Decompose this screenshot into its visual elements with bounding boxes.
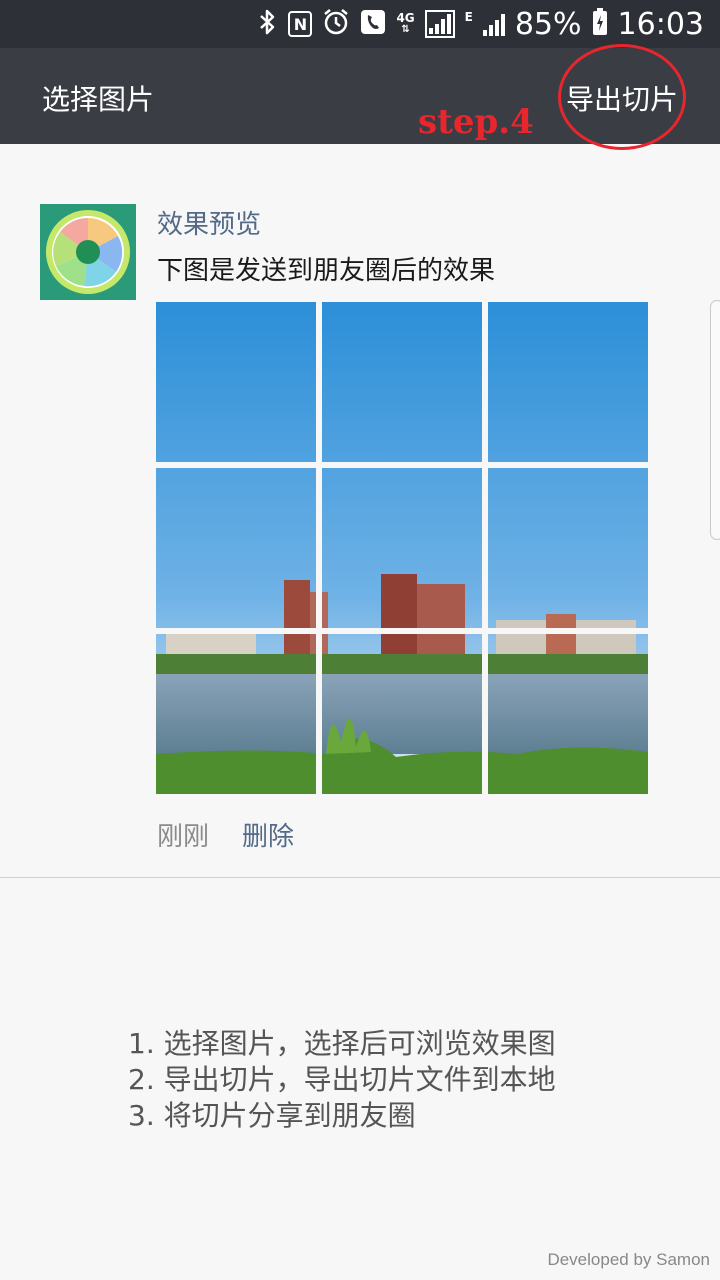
battery-percent: 85% <box>514 6 582 42</box>
instructions: 1. 选择图片，选择后可浏览效果图 2. 导出切片，导出切片文件到本地 3. 将… <box>128 1026 556 1134</box>
annotation-circle <box>558 44 686 150</box>
nfc-icon: N <box>288 11 313 37</box>
instruction-step-1: 1. 选择图片，选择后可浏览效果图 <box>128 1027 556 1060</box>
phone-icon <box>360 9 386 39</box>
preview-title: 效果预览 <box>157 210 262 240</box>
developer-credit: Developed by Samon <box>547 1250 710 1269</box>
delete-button[interactable]: 删除 <box>242 816 294 853</box>
grid-tile <box>322 634 482 794</box>
instruction-step-2: 2. 导出切片，导出切片文件到本地 <box>128 1063 556 1096</box>
preview-description: 下图是发送到朋友圈后的效果 <box>157 256 496 286</box>
data-arrows-icon: ⇅ <box>401 24 410 35</box>
signal-icon <box>424 10 455 38</box>
grid-tile <box>156 302 316 462</box>
app-logo-icon <box>40 204 136 300</box>
post-time: 刚刚 <box>157 822 210 852</box>
grid-tile <box>322 468 482 628</box>
grid-tile <box>488 302 648 462</box>
nine-grid-preview <box>156 302 648 794</box>
grid-tile <box>488 634 648 794</box>
select-image-button[interactable]: 选择图片 <box>42 78 154 118</box>
battery-icon <box>592 8 608 40</box>
grid-tile <box>322 302 482 462</box>
network-e-label: E <box>464 10 473 24</box>
grid-tile <box>156 468 316 628</box>
grid-tile <box>156 634 316 794</box>
signal-strength-icon <box>482 12 505 36</box>
status-icons: N 4G ⇅ E 85% 16:03 <box>258 0 704 48</box>
status-bar: N 4G ⇅ E 85% 16:03 <box>0 0 720 48</box>
instruction-step-3: 3. 将切片分享到朋友圈 <box>128 1099 416 1132</box>
preview-card: 效果预览 下图是发送到朋友圈后的效果 刚刚 删除 <box>0 144 720 878</box>
alarm-icon <box>322 8 350 40</box>
network-4g-icon: 4G ⇅ <box>396 11 415 35</box>
bluetooth-icon <box>258 8 278 41</box>
grid-tile <box>488 468 648 628</box>
edge-panel-handle[interactable] <box>710 300 720 540</box>
clock: 16:03 <box>617 6 704 42</box>
step-annotation: step.4 <box>418 102 534 142</box>
